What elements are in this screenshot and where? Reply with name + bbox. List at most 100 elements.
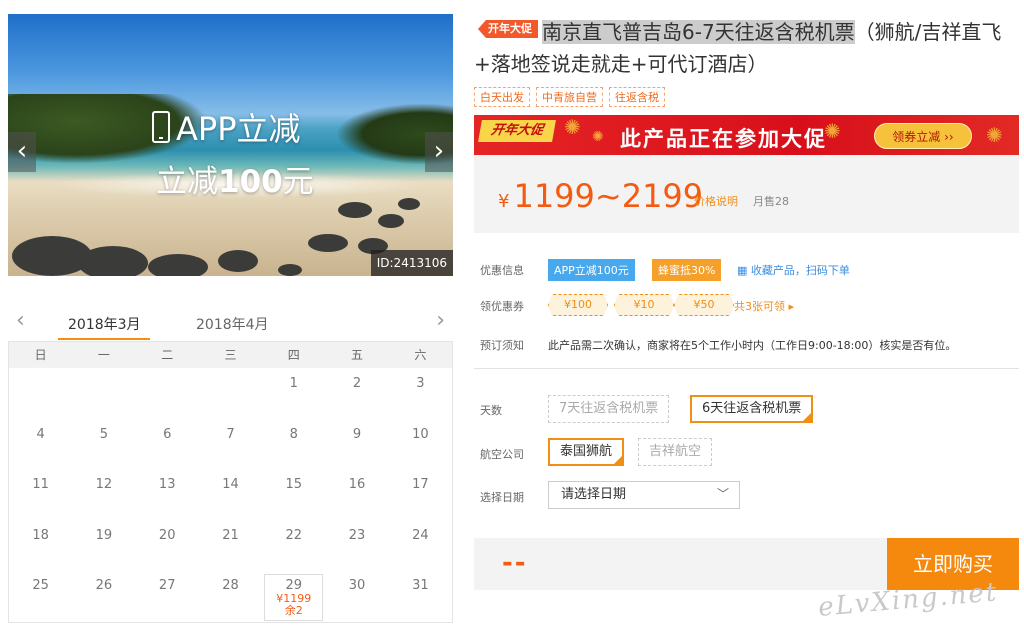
- calendar-day[interactable]: 28: [199, 570, 262, 621]
- option-7-days[interactable]: 7天往返含税机票: [548, 395, 670, 423]
- monthly-sales: 月售28: [753, 195, 789, 208]
- price-range: ¥1199~2199: [498, 177, 703, 215]
- calendar-day[interactable]: 25: [9, 570, 72, 621]
- option-juneyao-air[interactable]: 吉祥航空: [638, 438, 713, 466]
- calendar-empty-cell: [136, 368, 199, 419]
- calendar-day[interactable]: 4: [9, 419, 72, 470]
- product-tags: 白天出发 中青旅自营 往返含税: [474, 87, 665, 107]
- favorite-link[interactable]: ▦ 收藏产品，扫码下单: [737, 262, 850, 278]
- coupon-50[interactable]: ¥50: [674, 294, 734, 316]
- calendar-day[interactable]: 11: [9, 469, 72, 520]
- calendar-empty-cell: [199, 368, 262, 419]
- promo-badge: 开年大促: [478, 120, 556, 142]
- calendar-day[interactable]: 6: [136, 419, 199, 470]
- weekday-label: 一: [97, 348, 110, 362]
- calendar-next-icon[interactable]: ›: [436, 308, 445, 333]
- more-coupons-link[interactable]: 共3张可领 ▸: [734, 298, 794, 314]
- calendar-day[interactable]: 13: [136, 469, 199, 520]
- calendar-day[interactable]: 30: [325, 570, 388, 621]
- banner-rock: [378, 214, 404, 228]
- calendar-day[interactable]: 1: [262, 368, 325, 419]
- promo-banner[interactable]: 开年大促 ✺ ✺ ✺ ✺ 此产品正在参加大促 领券立减 ››: [474, 115, 1019, 155]
- date-select[interactable]: 请选择日期 ﹀: [548, 481, 740, 509]
- product-tag: 白天出发: [474, 87, 530, 107]
- qr-icon: ▦: [737, 264, 751, 277]
- calendar-month-nav: ‹ 2018年3月 2018年4月 ›: [8, 302, 453, 340]
- calendar-day[interactable]: 24: [389, 520, 452, 571]
- date-select-value: 请选择日期: [561, 487, 627, 502]
- product-banner[interactable]: APP立减 立减100元 ‹ › ID:2413106: [8, 14, 453, 276]
- calendar-day[interactable]: 22: [262, 520, 325, 571]
- firework-icon: ✺: [986, 123, 1003, 147]
- calendar-day[interactable]: 17: [389, 469, 452, 520]
- calendar-day[interactable]: 7: [199, 419, 262, 470]
- calendar-weekday-header: 日 一 二 三 四 五 六: [9, 342, 452, 368]
- calendar-day[interactable]: 14: [199, 469, 262, 520]
- banner-discount-text: 立减100元: [156, 156, 314, 201]
- calendar-empty-cell: [72, 368, 135, 419]
- banner-rock: [148, 254, 208, 276]
- weekday-label: 六: [414, 348, 427, 362]
- coupon-10[interactable]: ¥10: [614, 294, 674, 316]
- banner-prev-button[interactable]: ‹: [8, 132, 36, 172]
- date-label: 选择日期: [480, 491, 524, 504]
- calendar-day[interactable]: 15: [262, 469, 325, 520]
- calendar-grid: 日 一 二 三 四 五 六 1 2 3 4 5 6 7 8 9 10 11 12 13 14 15 16 17 1…: [8, 341, 453, 623]
- banner-app-text: APP立减: [152, 104, 301, 150]
- calendar-day-remaining: 余2: [284, 604, 303, 617]
- calendar-day[interactable]: 20: [136, 520, 199, 571]
- calendar-day[interactable]: 23: [325, 520, 388, 571]
- calendar-day[interactable]: 31: [389, 570, 452, 621]
- coupon-label: 领优惠券: [480, 300, 524, 313]
- calendar-day[interactable]: 8: [262, 419, 325, 470]
- product-title-main: 南京直飞普吉岛6-7天往返含税机票: [542, 20, 855, 44]
- banner-rock: [78, 246, 148, 276]
- calendar-day-number: 29: [285, 578, 303, 593]
- price-info-link[interactable]: 价格说明: [694, 193, 738, 209]
- calendar-day[interactable]: 21: [199, 520, 262, 571]
- calendar-day[interactable]: 12: [72, 469, 135, 520]
- weekday-label: 二: [161, 348, 174, 362]
- favorite-link-label: 收藏产品，扫码下单: [750, 264, 850, 277]
- banner-next-button[interactable]: ›: [425, 132, 453, 172]
- banner-app-label: APP立减: [176, 110, 301, 148]
- option-thai-lion-air[interactable]: 泰国狮航: [548, 438, 625, 466]
- option-6-days[interactable]: 6天往返含税机票: [690, 395, 814, 423]
- honey-discount-chip: 蜂蜜抵30%: [652, 259, 722, 281]
- phone-icon: [152, 111, 170, 143]
- price-value: 1199~2199: [513, 177, 704, 215]
- weekday-label: 五: [351, 348, 364, 362]
- app-discount-chip: APP立减100元: [548, 259, 635, 281]
- currency-symbol: ¥: [498, 191, 510, 212]
- calendar-day[interactable]: 26: [72, 570, 135, 621]
- tab-month-march[interactable]: 2018年3月: [68, 314, 141, 334]
- tab-month-april[interactable]: 2018年4月: [196, 314, 269, 334]
- calendar-day[interactable]: 2: [325, 368, 388, 419]
- calendar-day-available[interactable]: 29 ¥1199 余2: [264, 574, 324, 621]
- banner-rock: [338, 202, 372, 218]
- price-panel: ¥1199~2199 价格说明 月售28: [474, 155, 1019, 233]
- banner-rock: [218, 250, 258, 272]
- weekday-label: 三: [224, 348, 237, 362]
- sale-badge: 开年大促: [478, 20, 538, 38]
- calendar-day[interactable]: 10: [389, 419, 452, 470]
- calendar-day[interactable]: 18: [9, 520, 72, 571]
- banner-discount-unit: 元: [282, 164, 314, 200]
- banner-rock: [278, 264, 302, 276]
- days-label: 天数: [480, 404, 502, 417]
- firework-icon: ✺: [564, 115, 581, 139]
- calendar-day[interactable]: 19: [72, 520, 135, 571]
- calendar-day[interactable]: 5: [72, 419, 135, 470]
- active-month-underline: [58, 338, 150, 340]
- calendar-day[interactable]: 3: [389, 368, 452, 419]
- coupon-100[interactable]: ¥100: [548, 294, 608, 316]
- calendar-day[interactable]: 16: [325, 469, 388, 520]
- banner-discount-prefix: 立减: [156, 164, 218, 200]
- total-price: --: [502, 548, 528, 578]
- get-coupon-button[interactable]: 领券立减 ››: [874, 123, 972, 149]
- calendar-day[interactable]: 27: [136, 570, 199, 621]
- firework-icon: ✺: [592, 129, 604, 145]
- banner-rock: [398, 198, 420, 210]
- calendar-day[interactable]: 9: [325, 419, 388, 470]
- calendar-prev-icon[interactable]: ‹: [16, 308, 25, 333]
